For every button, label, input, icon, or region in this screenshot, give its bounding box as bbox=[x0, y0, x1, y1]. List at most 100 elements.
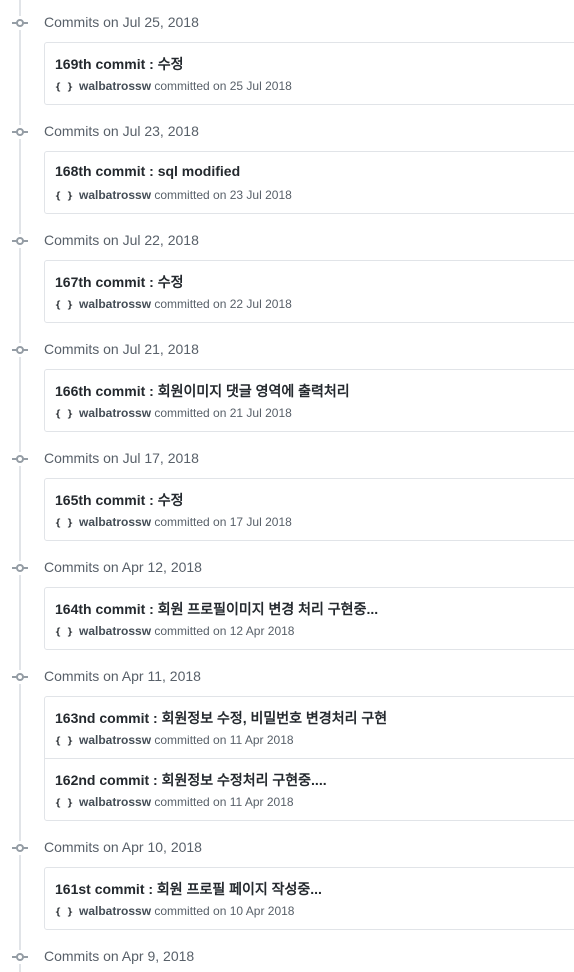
commit-list: 165th commit : 수정 { } walbatrossw committ… bbox=[44, 478, 574, 541]
commit-author-link[interactable]: walbatrossw bbox=[79, 406, 151, 420]
commit-group-title: Commits on Jul 21, 2018 bbox=[44, 341, 199, 357]
commit-group-title: Commits on Apr 12, 2018 bbox=[44, 559, 202, 575]
avatar-icon[interactable]: { } bbox=[55, 627, 73, 641]
commit-list: 168th commit : sql modified { } walbatros… bbox=[44, 151, 574, 214]
commit-title-link[interactable]: 163nd commit : 회원정보 수정, 비밀번호 변경처리 구현 bbox=[55, 708, 387, 728]
commit-title-link[interactable]: 165th commit : 수정 bbox=[55, 490, 183, 510]
commit-row[interactable]: 162nd commit : 회원정보 수정처리 구현중.... { } walb… bbox=[45, 758, 574, 820]
commit-author-link[interactable]: walbatrossw bbox=[79, 795, 151, 809]
commit-group-header: Commits on Jul 17, 2018 bbox=[0, 448, 574, 470]
commit-group-title: Commits on Jul 23, 2018 bbox=[44, 123, 199, 139]
commit-group: Commits on Jul 25, 2018 169th commit : 수… bbox=[0, 12, 574, 105]
commit-meta: { } walbatrossw committed on 11 Apr 2018 bbox=[55, 795, 294, 812]
commit-meta: { } walbatrossw committed on 17 Jul 2018 bbox=[55, 515, 292, 532]
commit-author-link[interactable]: walbatrossw bbox=[79, 297, 151, 311]
commit-date: 23 Jul 2018 bbox=[229, 188, 292, 202]
avatar-icon[interactable]: { } bbox=[55, 518, 73, 532]
git-commit-icon bbox=[12, 16, 28, 30]
commit-meta: { } walbatrossw committed on 12 Apr 2018 bbox=[55, 624, 294, 641]
commit-author-link[interactable]: walbatrossw bbox=[79, 624, 151, 638]
commit-row[interactable]: 163nd commit : 회원정보 수정, 비밀번호 변경처리 구현 { }… bbox=[45, 697, 574, 758]
commit-meta: { } walbatrossw committed on 22 Jul 2018 bbox=[55, 297, 292, 314]
commit-date: 11 Apr 2018 bbox=[229, 795, 294, 809]
commit-author-link[interactable]: walbatrossw bbox=[79, 515, 151, 529]
commit-group: Commits on Jul 23, 2018 168th commit : s… bbox=[0, 121, 574, 214]
commit-group-title: Commits on Apr 9, 2018 bbox=[44, 948, 195, 964]
commit-title-link[interactable]: 162nd commit : 회원정보 수정처리 구현중.... bbox=[55, 770, 327, 790]
commit-row[interactable]: 164th commit : 회원 프로필이미지 변경 처리 구현중... { … bbox=[45, 588, 574, 649]
git-commit-icon bbox=[12, 950, 28, 964]
commit-group: Commits on Apr 9, 2018 bbox=[0, 946, 574, 968]
commit-meta: { } walbatrossw committed on 25 Jul 2018 bbox=[55, 79, 292, 96]
avatar-icon[interactable]: { } bbox=[55, 798, 73, 812]
commit-group: Commits on Apr 10, 2018 161st commit : 회… bbox=[0, 837, 574, 930]
git-commit-icon bbox=[12, 670, 28, 684]
commit-group-header: Commits on Jul 23, 2018 bbox=[0, 121, 574, 143]
commit-group-header: Commits on Jul 25, 2018 bbox=[0, 12, 574, 34]
commit-group: Commits on Jul 22, 2018 167th commit : 수… bbox=[0, 230, 574, 323]
commit-group: Commits on Jul 21, 2018 166th commit : 회… bbox=[0, 339, 574, 432]
commit-list: 169th commit : 수정 { } walbatrossw committ… bbox=[44, 42, 574, 105]
commit-row[interactable]: 168th commit : sql modified { } walbatros… bbox=[45, 152, 574, 213]
commit-group-title: Commits on Jul 22, 2018 bbox=[44, 232, 199, 248]
avatar-icon[interactable]: { } bbox=[55, 409, 73, 423]
commit-author-link[interactable]: walbatrossw bbox=[79, 904, 151, 918]
commit-group-header: Commits on Apr 9, 2018 bbox=[0, 946, 574, 968]
commit-list: 161st commit : 회원 프로필 페이지 작성중... { } walb… bbox=[44, 867, 574, 930]
commit-row[interactable]: 167th commit : 수정 { } walbatrossw committ… bbox=[45, 261, 574, 322]
avatar-icon[interactable]: { } bbox=[55, 907, 73, 921]
commit-group-title: Commits on Apr 11, 2018 bbox=[44, 668, 201, 684]
commit-author-link[interactable]: walbatrossw bbox=[79, 79, 151, 93]
git-commit-icon bbox=[12, 452, 28, 466]
commit-group-title: Commits on Apr 10, 2018 bbox=[44, 839, 202, 855]
commit-title-link[interactable]: 164th commit : 회원 프로필이미지 변경 처리 구현중... bbox=[55, 599, 378, 619]
commit-list: 163nd commit : 회원정보 수정, 비밀번호 변경처리 구현 { }… bbox=[44, 696, 574, 821]
commit-author-link[interactable]: walbatrossw bbox=[79, 188, 151, 202]
commit-date: 11 Apr 2018 bbox=[229, 733, 294, 747]
commit-title-link[interactable]: 169th commit : 수정 bbox=[55, 54, 183, 74]
commit-group: Commits on Jul 17, 2018 165th commit : 수… bbox=[0, 448, 574, 541]
commit-list: 164th commit : 회원 프로필이미지 변경 처리 구현중... { … bbox=[44, 587, 574, 650]
commit-verb: committed on bbox=[154, 624, 227, 638]
avatar-icon[interactable]: { } bbox=[55, 736, 73, 750]
commit-verb: committed on bbox=[154, 733, 227, 747]
git-commit-icon bbox=[12, 841, 28, 855]
commit-date: 17 Jul 2018 bbox=[229, 515, 292, 529]
commit-timeline: Commits on Jul 25, 2018 169th commit : 수… bbox=[0, 0, 574, 972]
timeline-line bbox=[19, 0, 21, 972]
commit-group-header: Commits on Apr 10, 2018 bbox=[0, 837, 574, 859]
commit-list: 167th commit : 수정 { } walbatrossw committ… bbox=[44, 260, 574, 323]
commit-verb: committed on bbox=[154, 904, 227, 918]
commit-row[interactable]: 166th commit : 회원이미지 댓글 영역에 출력처리 { } walb… bbox=[45, 370, 574, 431]
commit-group-header: Commits on Apr 11, 2018 bbox=[0, 666, 574, 688]
commit-row[interactable]: 161st commit : 회원 프로필 페이지 작성중... { } walb… bbox=[45, 868, 574, 929]
commit-date: 12 Apr 2018 bbox=[229, 624, 295, 638]
commit-date: 10 Apr 2018 bbox=[229, 904, 295, 918]
commit-verb: committed on bbox=[154, 795, 227, 809]
commit-verb: committed on bbox=[154, 515, 227, 529]
commit-title-link[interactable]: 166th commit : 회원이미지 댓글 영역에 출력처리 bbox=[55, 381, 350, 401]
avatar-icon[interactable]: { } bbox=[55, 191, 73, 205]
commit-meta: { } walbatrossw committed on 21 Jul 2018 bbox=[55, 406, 292, 423]
commit-row[interactable]: 165th commit : 수정 { } walbatrossw committ… bbox=[45, 479, 574, 540]
commit-verb: committed on bbox=[154, 188, 227, 202]
commit-group: Commits on Apr 11, 2018 163nd commit : 회… bbox=[0, 666, 574, 821]
commit-row[interactable]: 169th commit : 수정 { } walbatrossw committ… bbox=[45, 43, 574, 104]
commit-group-header: Commits on Apr 12, 2018 bbox=[0, 557, 574, 579]
git-commit-icon bbox=[12, 561, 28, 575]
avatar-icon[interactable]: { } bbox=[55, 300, 73, 314]
commit-title-link[interactable]: 167th commit : 수정 bbox=[55, 272, 183, 292]
commit-verb: committed on bbox=[154, 297, 227, 311]
commit-group-header: Commits on Jul 21, 2018 bbox=[0, 339, 574, 361]
commit-title-link[interactable]: 168th commit : sql modified bbox=[55, 163, 240, 179]
commit-verb: committed on bbox=[154, 79, 227, 93]
git-commit-icon bbox=[12, 234, 28, 248]
commit-verb: committed on bbox=[154, 406, 227, 420]
avatar-icon[interactable]: { } bbox=[55, 82, 73, 96]
commit-meta: { } walbatrossw committed on 10 Apr 2018 bbox=[55, 904, 294, 921]
git-commit-icon bbox=[12, 343, 28, 357]
commit-author-link[interactable]: walbatrossw bbox=[79, 733, 151, 747]
commit-date: 25 Jul 2018 bbox=[229, 79, 292, 93]
commit-date: 22 Jul 2018 bbox=[229, 297, 292, 311]
commit-title-link[interactable]: 161st commit : 회원 프로필 페이지 작성중... bbox=[55, 879, 322, 899]
